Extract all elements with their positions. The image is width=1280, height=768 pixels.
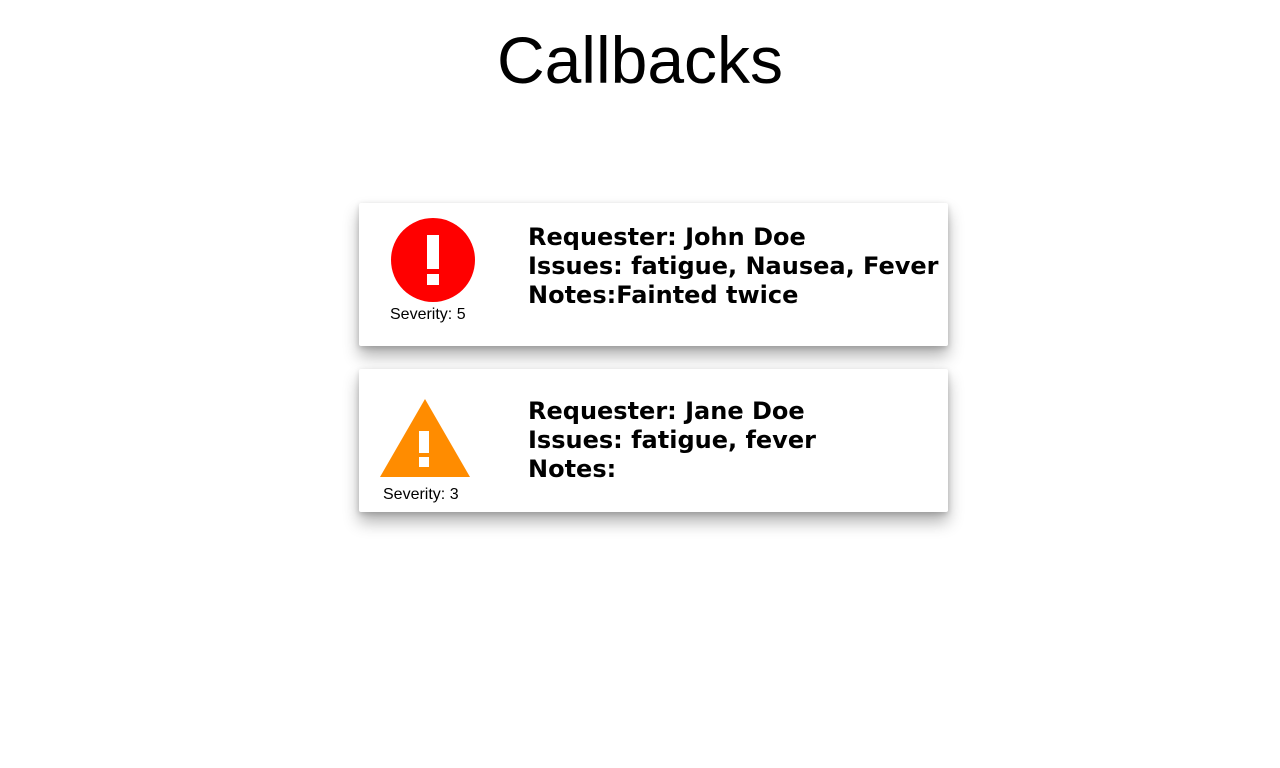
- warning-triangle-icon: [380, 399, 470, 477]
- error-circle-icon: [391, 218, 475, 302]
- severity-label: Severity: 3: [383, 486, 459, 503]
- severity-label: Severity: 5: [390, 306, 466, 323]
- callback-details: Requester: Jane Doe Issues: fatigue, fev…: [528, 397, 816, 484]
- notes-text: Notes:Fainted twice: [528, 281, 799, 309]
- page-title: Callbacks: [496, 23, 784, 97]
- issues-text: Issues: fatigue, Nausea, Fever: [528, 252, 939, 280]
- issues-text: Issues: fatigue, fever: [528, 426, 816, 454]
- requester-text: Requester: John Doe: [528, 223, 806, 251]
- notes-text: Notes:: [528, 455, 617, 483]
- callback-card[interactable]: Severity: 5 Requester: John Doe Issues: …: [359, 203, 948, 346]
- callback-details: Requester: John Doe Issues: fatigue, Nau…: [528, 223, 939, 310]
- callback-card[interactable]: Severity: 3 Requester: Jane Doe Issues: …: [359, 369, 948, 512]
- requester-text: Requester: Jane Doe: [528, 397, 805, 425]
- callbacks-page: Callbacks Severity: 5 Requester: John Do…: [0, 0, 1280, 768]
